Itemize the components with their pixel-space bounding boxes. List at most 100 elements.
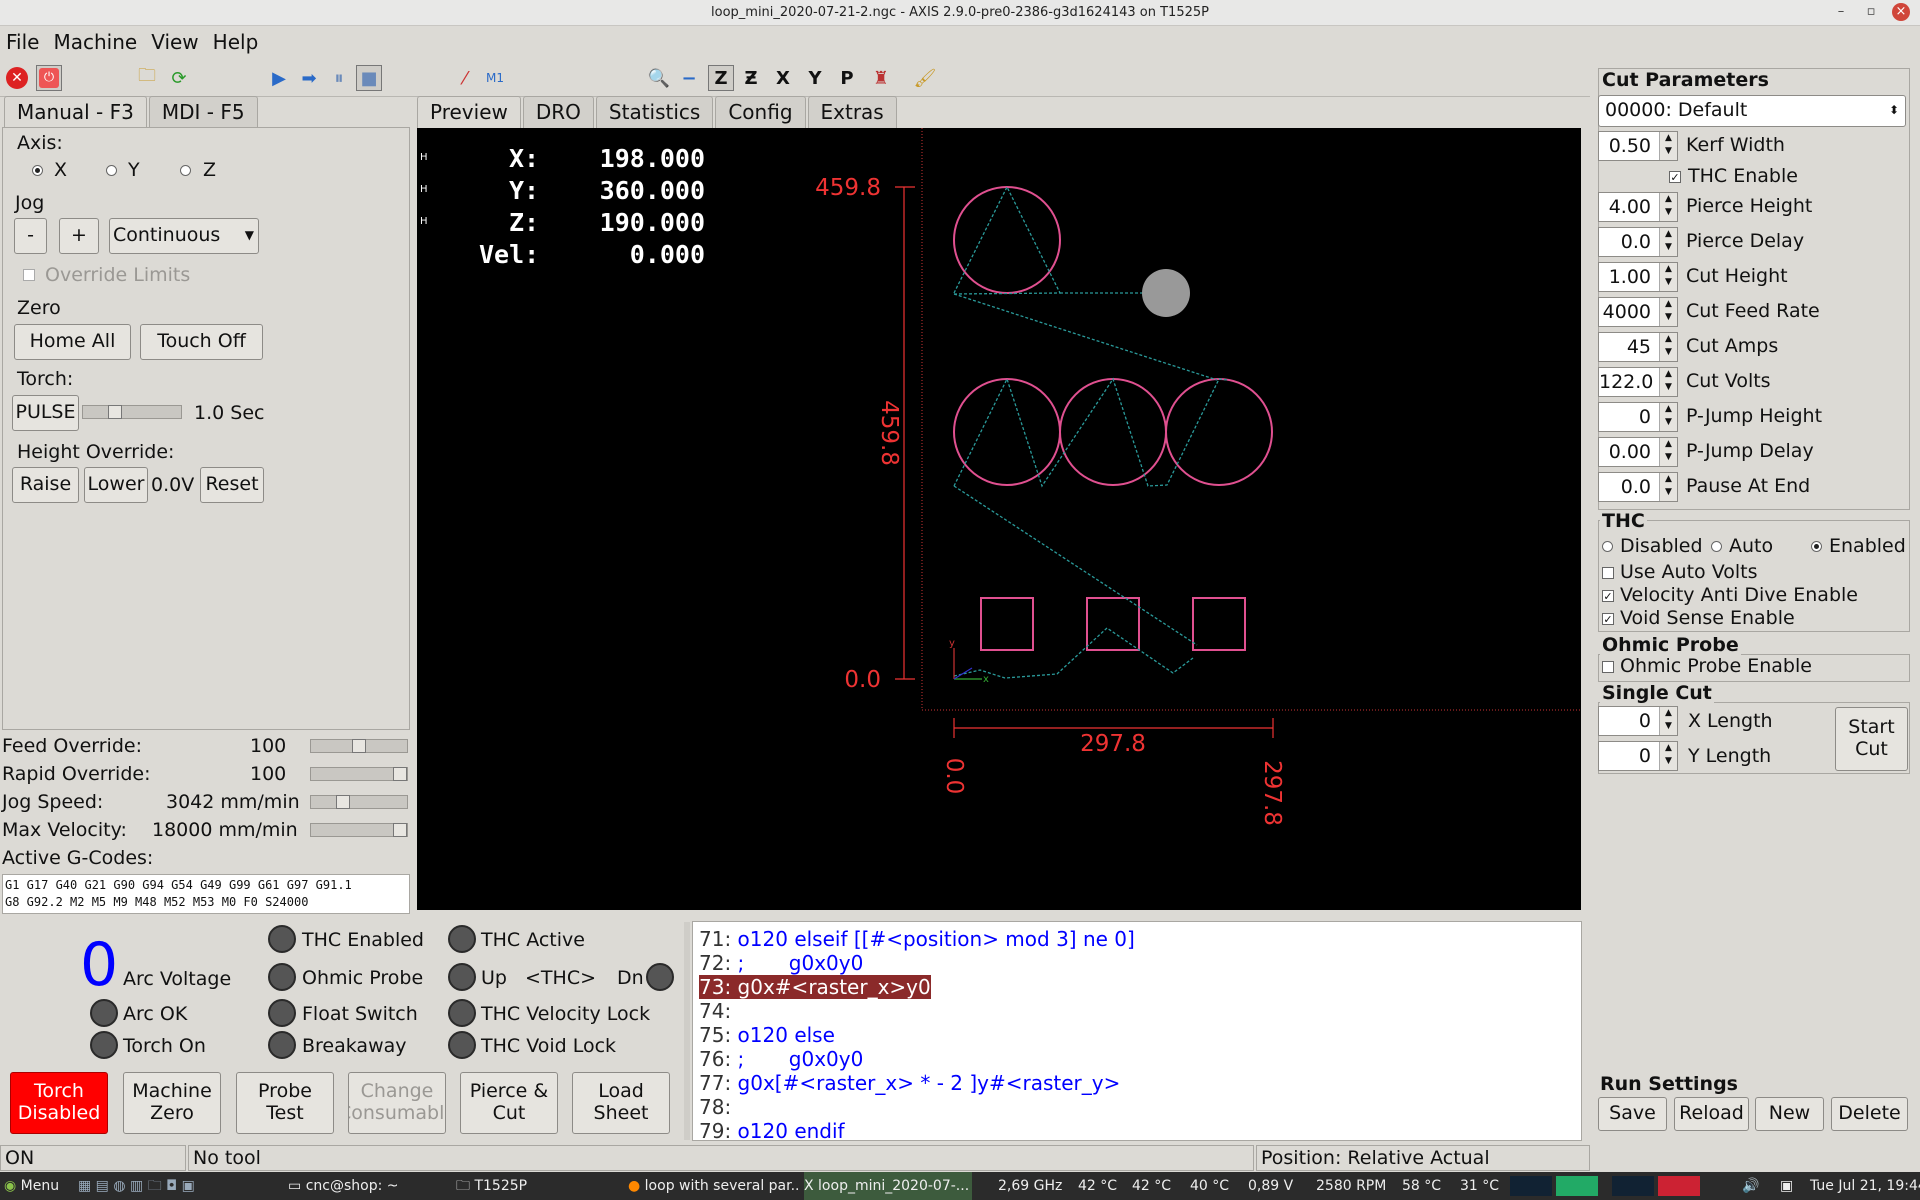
- taskbar-browser[interactable]: ● loop with several par...: [628, 1172, 798, 1200]
- gcode-line[interactable]: 72: ; g0x0y0: [699, 951, 863, 975]
- quick-launch-icons[interactable]: ▦ ▤ ◍ ▥ 🗀 ◘ ▣: [78, 1172, 195, 1200]
- void-sense-checkbox[interactable]: ✓: [1602, 613, 1614, 625]
- taskbar-axis[interactable]: X loop_mini_2020-07-...: [804, 1172, 972, 1200]
- jog-plus-button[interactable]: +: [59, 218, 99, 254]
- calendar-icon[interactable]: ▣: [1780, 1172, 1793, 1200]
- menu-view[interactable]: View: [151, 30, 198, 54]
- jog-speed-knob[interactable]: [335, 795, 350, 809]
- max-velocity-knob[interactable]: [393, 823, 407, 837]
- reload-settings-button[interactable]: Reload: [1674, 1097, 1749, 1131]
- pierce-height-spinbox[interactable]: 4.00 ▲ ▼: [1598, 192, 1678, 222]
- gcode-line[interactable]: 75: o120 else: [699, 1023, 835, 1047]
- use-auto-volts-checkbox[interactable]: [1602, 567, 1614, 579]
- gcode-preview-canvas[interactable]: H H H X: 198.000 Y: 360.000 Z: 190.000 V…: [417, 128, 1581, 910]
- tab-manual[interactable]: Manual - F3: [4, 96, 147, 128]
- gcode-line[interactable]: 74:: [699, 999, 731, 1023]
- tab-extras[interactable]: Extras: [807, 96, 897, 128]
- ohmic-probe-enable-checkbox[interactable]: [1602, 661, 1614, 673]
- menu-help[interactable]: Help: [213, 30, 259, 54]
- tab-mdi[interactable]: MDI - F5: [148, 96, 258, 128]
- open-file-button[interactable]: 🗀: [134, 65, 160, 91]
- new-button[interactable]: New: [1755, 1097, 1824, 1131]
- estop-button[interactable]: ✕: [4, 65, 30, 91]
- restore-icon[interactable]: ▫: [1862, 3, 1880, 21]
- block-delete-button[interactable]: ⁄: [452, 65, 478, 91]
- machine-zero-button[interactable]: Machine Zero: [123, 1072, 221, 1134]
- torch-disabled-button[interactable]: Torch Disabled: [10, 1072, 108, 1134]
- gcode-line[interactable]: 76: ; g0x0y0: [699, 1047, 863, 1071]
- save-button[interactable]: Save: [1598, 1097, 1667, 1131]
- axis-z-radio[interactable]: [180, 165, 191, 176]
- delete-button[interactable]: Delete: [1831, 1097, 1908, 1131]
- pjump-height-spinbox[interactable]: 0 ▲ ▼: [1598, 402, 1678, 432]
- tab-config[interactable]: Config: [715, 96, 806, 128]
- jog-speed-slider[interactable]: [310, 795, 408, 809]
- thc-enable-checkbox[interactable]: ✓: [1669, 171, 1681, 183]
- feed-override-knob[interactable]: [352, 739, 366, 753]
- thc-auto-radio[interactable]: [1711, 541, 1722, 552]
- spin-arrows-icon[interactable]: ▲ ▼: [1659, 228, 1677, 256]
- spin-arrows-icon[interactable]: ▲ ▼: [1659, 132, 1677, 160]
- spin-arrows-icon[interactable]: ▲ ▼: [1659, 298, 1677, 326]
- max-velocity-slider[interactable]: [310, 823, 408, 837]
- clear-plot-button[interactable]: 🖌: [912, 65, 938, 91]
- rapid-override-slider[interactable]: [310, 767, 408, 781]
- pulse-button[interactable]: PULSE: [12, 395, 79, 431]
- zoom-in-button[interactable]: 🔍: [646, 65, 672, 91]
- spin-arrows-icon[interactable]: ▲ ▼: [1659, 333, 1677, 361]
- zoom-out-button[interactable]: −: [676, 65, 702, 91]
- tab-statistics[interactable]: Statistics: [595, 96, 714, 128]
- pause-button[interactable]: ⏸: [326, 65, 352, 91]
- jog-minus-button[interactable]: -: [14, 218, 47, 254]
- spin-arrows-icon[interactable]: ▲ ▼: [1659, 742, 1677, 770]
- thc-enabled-radio[interactable]: [1811, 541, 1822, 552]
- gcode-scrollbar[interactable]: [684, 922, 690, 1140]
- view-z-button[interactable]: Z: [708, 65, 734, 91]
- material-select[interactable]: 00000: Default ⬍: [1598, 95, 1906, 127]
- pjump-delay-spinbox[interactable]: 0.00 ▲ ▼: [1598, 437, 1678, 467]
- spin-arrows-icon[interactable]: ▲ ▼: [1659, 193, 1677, 221]
- tab-dro[interactable]: DRO: [522, 96, 594, 128]
- machine-power-button[interactable]: ⏻: [36, 65, 62, 91]
- spin-arrows-icon[interactable]: ▲ ▼: [1659, 368, 1677, 396]
- gcode-text-view[interactable]: 71: o120 elseif [[#<position> mod 3] ne …: [692, 921, 1582, 1143]
- cut-feed-spinbox[interactable]: 4000 ▲ ▼: [1598, 297, 1678, 327]
- home-all-button[interactable]: Home All: [14, 324, 131, 360]
- velocity-anti-dive-checkbox[interactable]: ✓: [1602, 590, 1614, 602]
- axis-y-radio[interactable]: [106, 165, 117, 176]
- cut-volts-spinbox[interactable]: 122.0 ▲ ▼: [1598, 367, 1678, 397]
- override-limits-checkbox[interactable]: [23, 269, 35, 281]
- taskbar-folder[interactable]: 🗀 T1525P: [456, 1172, 616, 1200]
- load-sheet-button[interactable]: Load Sheet: [572, 1072, 670, 1134]
- run-button[interactable]: ▶: [266, 65, 292, 91]
- touch-off-button[interactable]: Touch Off: [140, 324, 263, 360]
- tab-preview[interactable]: Preview: [417, 96, 521, 128]
- menu-machine[interactable]: Machine: [53, 30, 137, 54]
- pierce-delay-spinbox[interactable]: 0.0 ▲ ▼: [1598, 227, 1678, 257]
- optional-stop-button[interactable]: M1: [482, 65, 508, 91]
- jog-mode-select[interactable]: Continuous ▼: [109, 218, 259, 254]
- spin-arrows-icon[interactable]: ▲ ▼: [1659, 707, 1677, 735]
- gcode-line[interactable]: 78:: [699, 1095, 731, 1119]
- spin-arrows-icon[interactable]: ▲ ▼: [1659, 438, 1677, 466]
- volume-icon[interactable]: 🔊: [1742, 1172, 1759, 1200]
- x-length-spinbox[interactable]: 0 ▲ ▼: [1598, 706, 1678, 736]
- rapid-override-knob[interactable]: [393, 767, 407, 781]
- taskbar-menu[interactable]: ◉ Menu: [4, 1172, 59, 1200]
- change-consumable-button[interactable]: Change Consumable: [348, 1072, 446, 1134]
- kerf-width-spinbox[interactable]: 0.50 ▲ ▼: [1598, 131, 1678, 161]
- gcode-line[interactable]: 71: o120 elseif [[#<position> mod 3] ne …: [699, 927, 1135, 951]
- pulse-time-knob[interactable]: [108, 405, 122, 419]
- minimize-icon[interactable]: –: [1832, 3, 1850, 21]
- spin-arrows-icon[interactable]: ▲ ▼: [1659, 403, 1677, 431]
- feed-override-slider[interactable]: [310, 739, 408, 753]
- gcode-line[interactable]: 79: o120 endif: [699, 1119, 845, 1143]
- view-p-button[interactable]: P: [834, 65, 860, 91]
- spin-arrows-icon[interactable]: ▲ ▼: [1659, 263, 1677, 291]
- pause-end-spinbox[interactable]: 0.0 ▲ ▼: [1598, 472, 1678, 502]
- axis-x-radio[interactable]: [32, 165, 43, 176]
- rotate-view-button[interactable]: ♜: [868, 65, 894, 91]
- view-z2-button[interactable]: Ƶ: [738, 65, 764, 91]
- raise-button[interactable]: Raise: [12, 467, 79, 503]
- stop-button[interactable]: ■: [356, 65, 382, 91]
